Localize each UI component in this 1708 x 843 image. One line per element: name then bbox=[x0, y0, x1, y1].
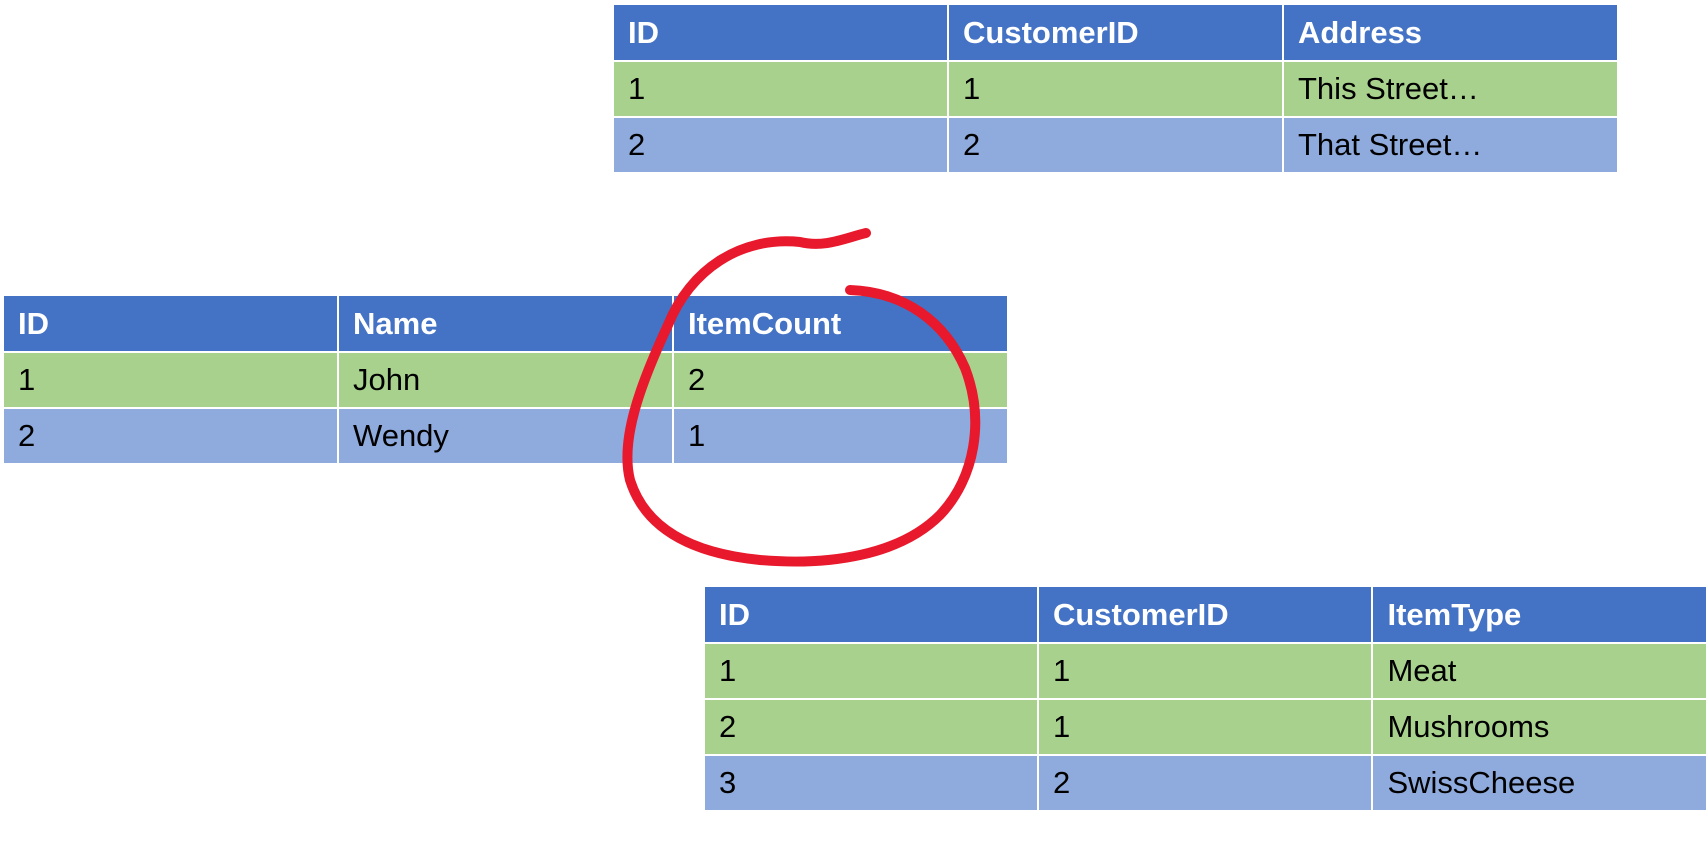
table-cell: 1 bbox=[4, 353, 337, 407]
address-table-header-row: ID CustomerID Address bbox=[614, 5, 1617, 60]
table-cell: 2 bbox=[949, 118, 1282, 172]
table-cell: That Street… bbox=[1284, 118, 1617, 172]
table-cell: 1 bbox=[614, 62, 947, 116]
header-cell-name: Name bbox=[339, 296, 672, 351]
table-cell: 1 bbox=[705, 644, 1037, 698]
table-cell: 2 bbox=[705, 700, 1037, 754]
table-cell: This Street… bbox=[1284, 62, 1617, 116]
table-cell: 1 bbox=[674, 409, 1007, 463]
header-cell-id: ID bbox=[705, 587, 1037, 642]
item-table: ID CustomerID ItemType 1 1 Meat 2 1 Mush… bbox=[703, 585, 1708, 812]
table-cell: 2 bbox=[4, 409, 337, 463]
table-row: 2 2 That Street… bbox=[614, 118, 1617, 172]
table-row: 3 2 SwissCheese bbox=[705, 756, 1706, 810]
table-cell: 2 bbox=[614, 118, 947, 172]
table-row: 1 1 This Street… bbox=[614, 62, 1617, 116]
customer-table: ID Name ItemCount 1 John 2 2 Wendy 1 bbox=[2, 294, 1009, 465]
header-cell-id: ID bbox=[614, 5, 947, 60]
table-cell: 1 bbox=[949, 62, 1282, 116]
table-cell: Mushrooms bbox=[1373, 700, 1706, 754]
header-cell-customerid: CustomerID bbox=[949, 5, 1282, 60]
header-cell-address: Address bbox=[1284, 5, 1617, 60]
header-cell-itemtype: ItemType bbox=[1373, 587, 1706, 642]
table-row: 2 Wendy 1 bbox=[4, 409, 1007, 463]
header-cell-customerid: CustomerID bbox=[1038, 587, 1372, 642]
item-table-header-row: ID CustomerID ItemType bbox=[705, 587, 1706, 642]
table-cell: 2 bbox=[674, 353, 1007, 407]
table-cell: 3 bbox=[705, 756, 1037, 810]
table-row: 1 John 2 bbox=[4, 353, 1007, 407]
header-cell-id: ID bbox=[4, 296, 337, 351]
table-cell: John bbox=[339, 353, 672, 407]
table-row: 2 1 Mushrooms bbox=[705, 700, 1706, 754]
table-row: 1 1 Meat bbox=[705, 644, 1706, 698]
table-cell: 1 bbox=[1038, 700, 1372, 754]
table-cell: SwissCheese bbox=[1373, 756, 1706, 810]
table-cell: Wendy bbox=[339, 409, 672, 463]
customer-table-header-row: ID Name ItemCount bbox=[4, 296, 1007, 351]
table-cell: 2 bbox=[1038, 756, 1372, 810]
header-cell-itemcount: ItemCount bbox=[674, 296, 1007, 351]
table-cell: 1 bbox=[1038, 644, 1372, 698]
table-cell: Meat bbox=[1373, 644, 1706, 698]
address-table: ID CustomerID Address 1 1 This Street… 2… bbox=[612, 3, 1619, 174]
